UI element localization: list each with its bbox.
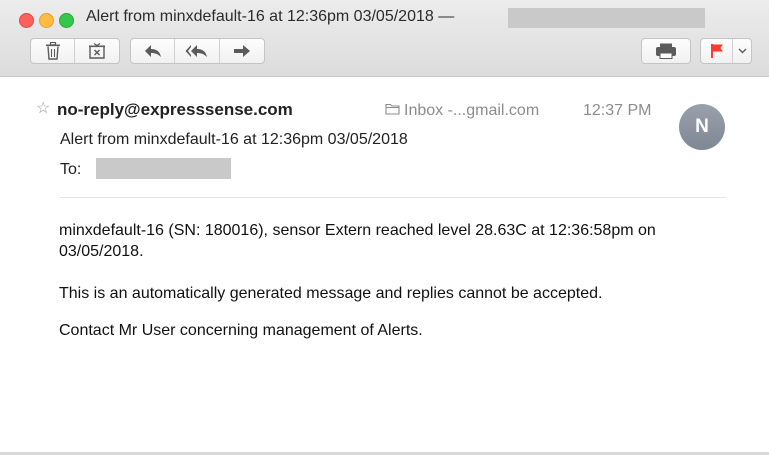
body-paragraph: This is an automatically generated messa…	[59, 285, 603, 302]
junk-button[interactable]	[75, 39, 119, 63]
sender-address: no-reply@expresssense.com	[57, 100, 293, 119]
flag-menu-button[interactable]	[733, 39, 751, 63]
print-button[interactable]	[642, 39, 690, 63]
folder-icon	[385, 101, 400, 121]
forward-icon	[232, 43, 252, 59]
redacted-recipient	[508, 8, 705, 28]
trash-icon	[45, 42, 61, 60]
star-icon[interactable]: ☆	[36, 100, 50, 118]
print-group	[641, 38, 691, 64]
reply-all-icon	[185, 43, 209, 59]
flag-group	[700, 38, 752, 64]
message-subject: Alert from minxdefault-16 at 12:36pm 03/…	[60, 131, 408, 148]
redacted-to-address	[96, 158, 231, 179]
flag-icon	[710, 43, 724, 59]
header-divider	[60, 197, 726, 198]
to-label: To:	[60, 161, 82, 178]
reply-all-button[interactable]	[175, 39, 220, 63]
minimize-window-button[interactable]	[39, 13, 54, 28]
received-time: 12:37 PM	[583, 102, 652, 119]
flag-button[interactable]	[701, 39, 733, 63]
chevron-down-icon	[738, 48, 747, 54]
delete-junk-group	[30, 38, 120, 64]
title-toolbar: Alert from minxdefault-16 at 12:36pm 03/…	[0, 0, 769, 77]
body-paragraph: minxdefault-16 (SN: 180016), sensor Exte…	[59, 222, 656, 260]
close-window-button[interactable]	[19, 13, 34, 28]
forward-button[interactable]	[220, 39, 264, 63]
mailbox-label: Inbox -...gmail.com	[404, 102, 540, 119]
delete-button[interactable]	[31, 39, 75, 63]
reply-icon	[143, 43, 163, 59]
print-icon	[655, 43, 677, 59]
junk-icon	[88, 42, 106, 60]
window-title: Alert from minxdefault-16 at 12:36pm 03/…	[86, 8, 455, 25]
mailbox-location[interactable]: Inbox -...gmail.com	[385, 101, 539, 121]
reply-group	[130, 38, 265, 64]
zoom-window-button[interactable]	[59, 13, 74, 28]
avatar: N	[679, 104, 725, 150]
reply-button[interactable]	[131, 39, 176, 63]
body-paragraph: Contact Mr User concerning management of…	[59, 322, 423, 339]
mail-message-window: Alert from minxdefault-16 at 12:36pm 03/…	[0, 0, 769, 455]
